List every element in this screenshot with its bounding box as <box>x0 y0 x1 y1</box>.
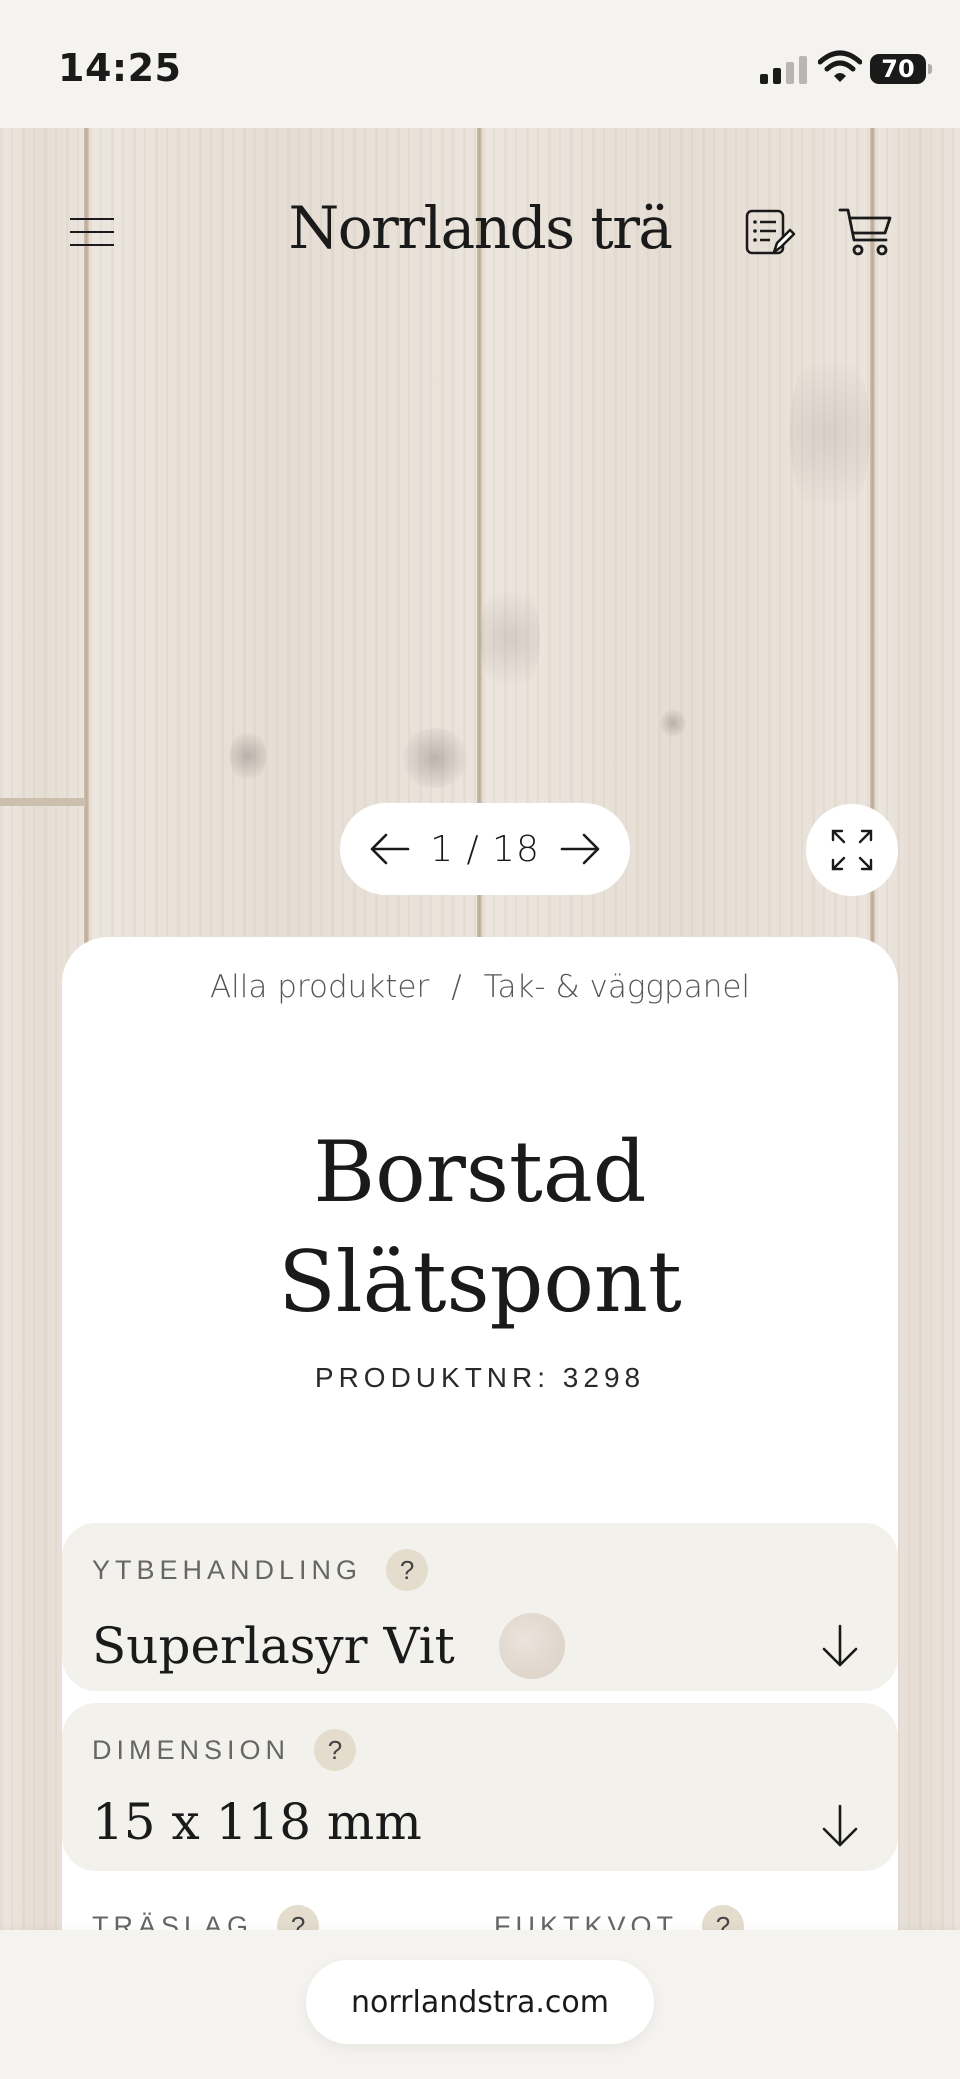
shopping-cart-icon[interactable] <box>838 206 894 258</box>
expand-button[interactable] <box>806 804 898 896</box>
breadcrumb-separator: / <box>451 969 462 1005</box>
finish-label: YTBEHANDLING <box>92 1554 363 1585</box>
dimension-help-button[interactable]: ? <box>314 1729 357 1771</box>
finish-label-row: YTBEHANDLING ? <box>92 1549 429 1591</box>
dimension-label-row: DIMENSION ? <box>92 1729 357 1771</box>
status-bar: 14:25 70 <box>0 0 960 128</box>
arrow-right-icon[interactable] <box>558 831 602 867</box>
product-title-line1: Borstad <box>313 1123 647 1221</box>
breadcrumb-all-products[interactable]: Alla produkter <box>210 969 429 1005</box>
finish-value-row: Superlasyr Vit <box>92 1613 565 1679</box>
browser-bar: norrlandstra.com <box>0 1930 960 2079</box>
image-pager: 1 / 18 <box>340 803 630 895</box>
wifi-icon <box>818 50 862 82</box>
breadcrumb: Alla produkter / Tak- & väggpanel <box>62 969 898 1005</box>
product-card: Alla produkter / Tak- & väggpanel Borstad … <box>62 937 898 2037</box>
arrow-down-icon <box>822 1804 858 1847</box>
site-logo[interactable]: Norrlands trä <box>270 194 690 262</box>
product-title-line2: Slätspont <box>278 1233 682 1331</box>
product-number: PRODUKTNR: 3298 <box>314 1362 646 1393</box>
arrow-down-icon <box>822 1624 858 1667</box>
quote-list-icon[interactable] <box>744 208 796 258</box>
clock: 14:25 <box>58 46 182 90</box>
dimension-value: 15 x 118 mm <box>92 1793 422 1851</box>
hamburger-menu-icon[interactable] <box>70 218 114 248</box>
color-swatch <box>498 1613 565 1679</box>
product-title: Borstad Slätspont <box>62 1117 898 1337</box>
finish-help-button[interactable]: ? <box>386 1549 429 1591</box>
finish-value: Superlasyr Vit <box>92 1617 455 1675</box>
dimension-label: DIMENSION <box>92 1734 291 1765</box>
finish-selector[interactable]: YTBEHANDLING ? Superlasyr Vit <box>62 1523 898 1691</box>
image-counter: 1 / 18 <box>430 828 540 870</box>
breadcrumb-category[interactable]: Tak- & väggpanel <box>484 969 750 1005</box>
arrow-left-icon[interactable] <box>368 831 412 867</box>
expand-icon <box>831 829 873 871</box>
cellular-signal-icon <box>760 54 807 84</box>
battery-indicator: 70 <box>870 54 932 84</box>
url-bar[interactable]: norrlandstra.com <box>306 1960 654 2044</box>
dimension-selector[interactable]: DIMENSION ? 15 x 118 mm <box>62 1703 898 1871</box>
